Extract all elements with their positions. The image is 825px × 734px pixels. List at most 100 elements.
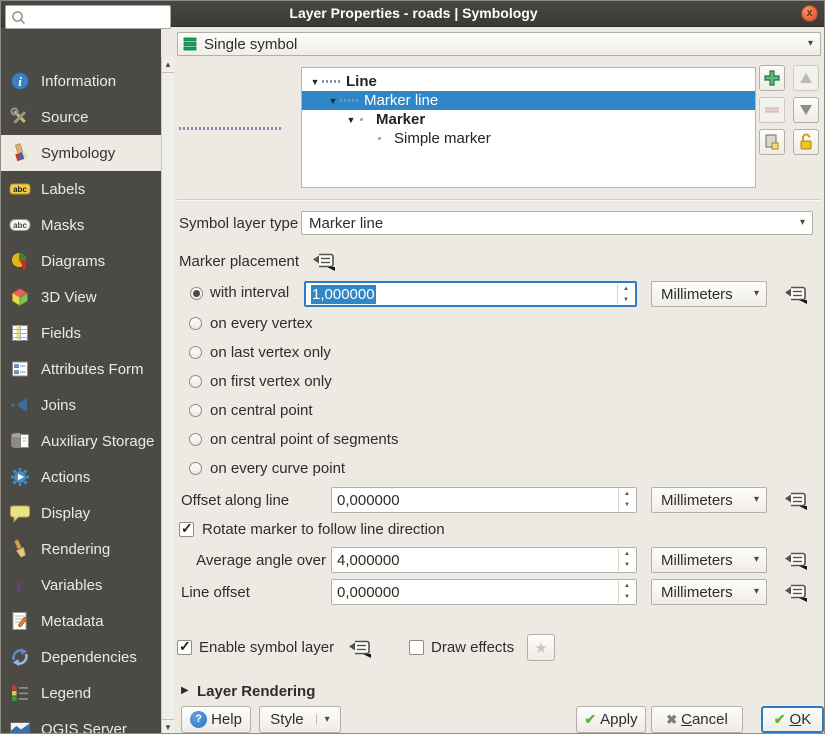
sidebar-item-3d-view[interactable]: 3D View xyxy=(1,279,161,315)
sidebar-item-masks[interactable]: abcMasks xyxy=(1,207,161,243)
placement-option-label[interactable]: on central point of segments xyxy=(210,431,398,448)
sidebar-item-label: Display xyxy=(41,505,90,522)
sidebar-item-variables[interactable]: εVariables xyxy=(1,567,161,603)
symbol-tree-item-marker-line[interactable]: ▼Marker line xyxy=(302,91,755,110)
remove-symbol-layer-button[interactable] xyxy=(759,97,785,123)
sidebar-item-label: Joins xyxy=(41,397,76,414)
rotate-marker-checkbox[interactable] xyxy=(179,522,194,537)
svg-text:abc: abc xyxy=(13,221,27,230)
sidebar-item-attributes-form[interactable]: Attributes Form xyxy=(1,351,161,387)
sidebar-scrollbar[interactable]: ▲ ▼ xyxy=(161,57,174,734)
enable-symbol-layer-checkbox[interactable] xyxy=(177,640,192,655)
placement-option-label[interactable]: on every curve point xyxy=(210,460,345,477)
expander-icon[interactable]: ▼ xyxy=(308,77,322,87)
effects-options-button[interactable]: ★ xyxy=(527,634,555,661)
scrollbar-up-arrow-icon[interactable]: ▲ xyxy=(162,57,174,73)
spin-up-icon[interactable]: ▲ xyxy=(619,489,635,500)
spin-down-icon[interactable]: ▼ xyxy=(619,500,635,511)
radio-with-interval[interactable] xyxy=(190,287,203,300)
move-down-button[interactable] xyxy=(793,97,819,123)
radio-on-central-point-of-segments[interactable] xyxy=(189,433,202,446)
search-input[interactable] xyxy=(5,5,171,29)
sidebar-item-actions[interactable]: Actions xyxy=(1,459,161,495)
radio-on-last-vertex-only[interactable] xyxy=(189,346,202,359)
add-symbol-layer-button[interactable] xyxy=(759,65,785,91)
draw-effects-label[interactable]: Draw effects xyxy=(431,639,514,656)
average-angle-unit-value: Millimeters xyxy=(661,552,733,569)
duplicate-symbol-layer-button[interactable] xyxy=(759,129,785,155)
cancel-button[interactable]: ✖ Cancel xyxy=(651,706,743,733)
offset-unit-combo[interactable]: Millimeters ▾ xyxy=(651,487,767,513)
sidebar-item-joins[interactable]: Joins xyxy=(1,387,161,423)
radio-on-first-vertex-only[interactable] xyxy=(189,375,202,388)
placement-option-label[interactable]: on every vertex xyxy=(210,315,313,332)
sidebar-item-dependencies[interactable]: Dependencies xyxy=(1,639,161,675)
sidebar-item-information[interactable]: iInformation xyxy=(1,63,161,99)
radio-on-every-curve-point[interactable] xyxy=(189,462,202,475)
style-button[interactable]: Style ▾ xyxy=(259,706,341,733)
offset-data-defined-button[interactable] xyxy=(783,491,809,516)
average-angle-spinbox[interactable]: 4,000000 ▲ ▼ xyxy=(331,547,637,573)
spin-down-icon[interactable]: ▼ xyxy=(619,592,635,603)
sidebar-item-display[interactable]: Display xyxy=(1,495,161,531)
placement-option-label[interactable]: on last vertex only xyxy=(210,344,331,361)
symbol-tree-item-marker[interactable]: ▼Marker xyxy=(302,110,755,129)
spin-up-icon[interactable]: ▲ xyxy=(619,549,635,560)
chevron-down-icon: ▾ xyxy=(800,217,805,228)
placement-option-on-every-vertex: on every vertex xyxy=(189,309,509,338)
fields-icon xyxy=(8,322,32,344)
data-defined-override-icon xyxy=(347,639,373,659)
placement-option-label[interactable]: on first vertex only xyxy=(210,373,332,390)
sidebar-item-diagrams[interactable]: Diagrams xyxy=(1,243,161,279)
draw-effects-checkbox[interactable] xyxy=(409,640,424,655)
ok-button[interactable]: ✔ OK xyxy=(761,706,824,733)
move-up-button[interactable] xyxy=(793,65,819,91)
chevron-down-icon: ▾ xyxy=(754,586,759,597)
close-button[interactable]: x xyxy=(801,5,818,22)
average-angle-data-defined-button[interactable] xyxy=(783,551,809,576)
symbol-tree-item-line[interactable]: ▼Line xyxy=(302,72,755,91)
spin-up-icon[interactable]: ▲ xyxy=(619,581,635,592)
radio-on-every-vertex[interactable] xyxy=(189,317,202,330)
enable-symbol-layer-label[interactable]: Enable symbol layer xyxy=(199,639,334,656)
sidebar-item-auxiliary-storage[interactable]: Auxiliary Storage xyxy=(1,423,161,459)
layer-rendering-header[interactable]: Layer Rendering xyxy=(197,683,315,700)
placement-option-label[interactable]: on central point xyxy=(210,402,313,419)
spin-up-icon[interactable]: ▲ xyxy=(618,284,634,295)
marker-placement-data-defined-button[interactable] xyxy=(311,252,337,277)
symbol-type-combo[interactable]: Single symbol ▾ xyxy=(177,32,821,56)
sidebar-item-fields[interactable]: Fields xyxy=(1,315,161,351)
interval-data-defined-button[interactable] xyxy=(783,285,809,310)
spin-down-icon[interactable]: ▼ xyxy=(619,560,635,571)
sidebar-item-legend[interactable]: Legend xyxy=(1,675,161,711)
line-offset-data-defined-button[interactable] xyxy=(783,583,809,608)
sidebar-item-source[interactable]: Source xyxy=(1,99,161,135)
line-offset-spinbox[interactable]: 0,000000 ▲ ▼ xyxy=(331,579,637,605)
help-button[interactable]: ? Help xyxy=(181,706,251,733)
lock-button[interactable] xyxy=(793,129,819,155)
spin-down-icon[interactable]: ▼ xyxy=(618,295,634,306)
symbol-tree-item-simple-marker[interactable]: Simple marker xyxy=(302,129,755,148)
apply-button[interactable]: ✔ Apply xyxy=(576,706,646,733)
interval-unit-combo[interactable]: Millimeters ▾ xyxy=(651,281,767,307)
expander-icon[interactable]: ▼ xyxy=(326,96,340,106)
check-icon: ✔ xyxy=(584,711,596,728)
expander-icon[interactable]: ▼ xyxy=(344,115,358,125)
help-icon: ? xyxy=(190,711,207,728)
symbol-layer-type-combo[interactable]: Marker line ▾ xyxy=(301,211,813,235)
sidebar-item-rendering[interactable]: Rendering xyxy=(1,531,161,567)
rotate-marker-label[interactable]: Rotate marker to follow line direction xyxy=(202,521,445,538)
line-offset-unit-combo[interactable]: Millimeters ▾ xyxy=(651,579,767,605)
interval-spinbox[interactable]: 1,000000 ▲ ▼ xyxy=(304,281,637,307)
sidebar-item-qgis-server[interactable]: QGIS Server xyxy=(1,711,161,734)
offset-along-line-spinbox[interactable]: 0,000000 ▲ ▼ xyxy=(331,487,637,513)
with-interval-label[interactable]: with interval xyxy=(210,284,289,301)
sidebar-item-symbology[interactable]: Symbology xyxy=(1,135,161,171)
scrollbar-down-arrow-icon[interactable]: ▼ xyxy=(162,719,174,734)
expand-arrow-icon[interactable]: ▶ xyxy=(181,685,189,696)
radio-on-central-point[interactable] xyxy=(189,404,202,417)
enable-data-defined-button[interactable] xyxy=(347,639,373,664)
sidebar-item-labels[interactable]: abcLabels xyxy=(1,171,161,207)
sidebar-item-metadata[interactable]: Metadata xyxy=(1,603,161,639)
average-angle-unit-combo[interactable]: Millimeters ▾ xyxy=(651,547,767,573)
